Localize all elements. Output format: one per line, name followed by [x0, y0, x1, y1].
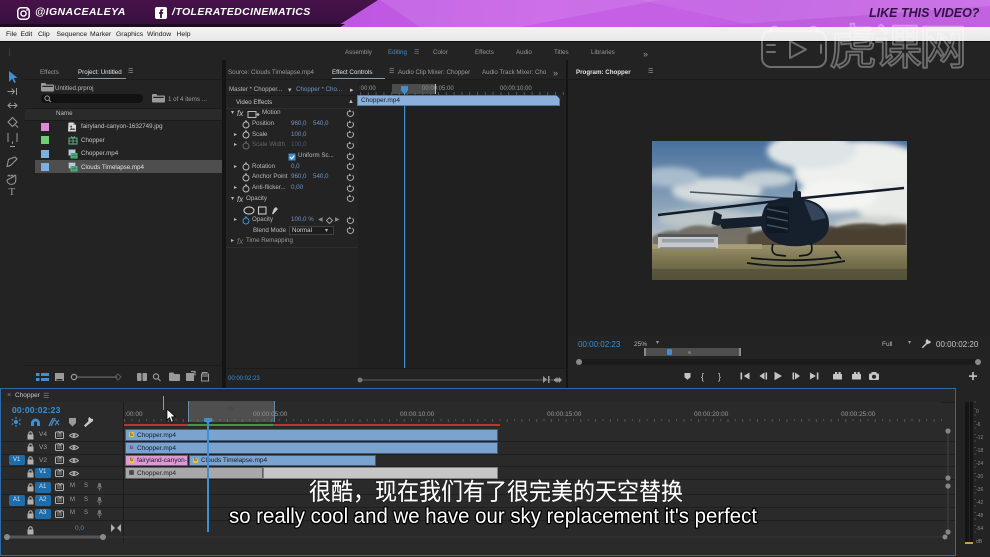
svg-text:so really cool and we have our: so really cool and we have our sky repla…: [229, 504, 757, 528]
